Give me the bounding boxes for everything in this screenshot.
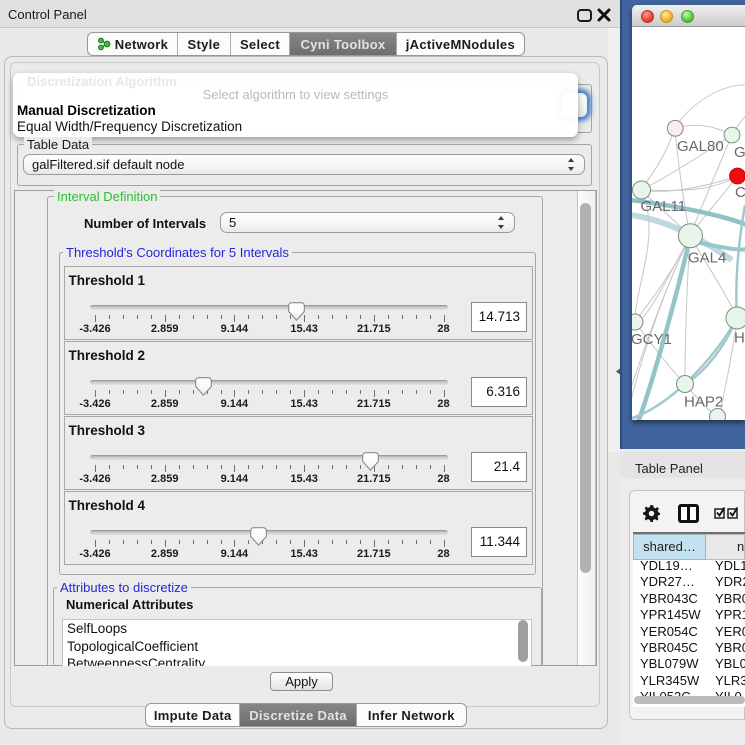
svg-text:GCY1: GCY1 xyxy=(632,331,672,348)
svg-text:H: H xyxy=(734,330,745,347)
svg-text:GAL4: GAL4 xyxy=(688,250,726,267)
svg-text:GAL11: GAL11 xyxy=(641,198,687,215)
svg-text:HAP2: HAP2 xyxy=(684,394,723,411)
svg-text:GA: GA xyxy=(734,144,745,161)
svg-text:C: C xyxy=(735,184,745,201)
svg-text:GAL80: GAL80 xyxy=(677,138,724,155)
